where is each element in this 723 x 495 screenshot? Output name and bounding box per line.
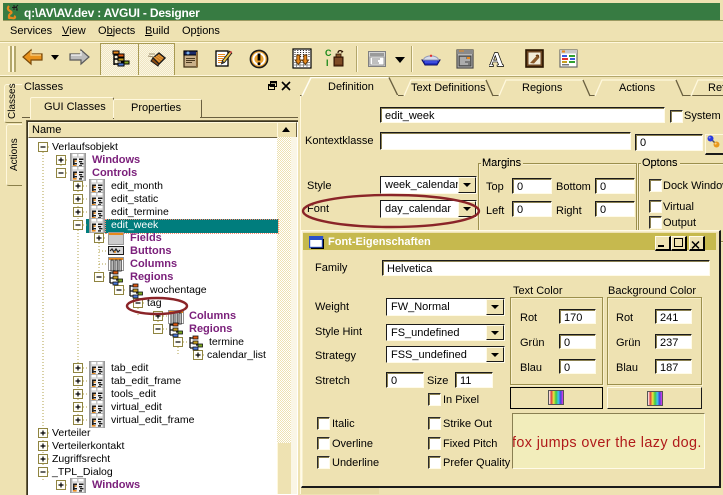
svg-text:A: A bbox=[489, 49, 504, 69]
svg-text:I: I bbox=[326, 58, 329, 68]
svg-text:C: C bbox=[325, 48, 332, 58]
